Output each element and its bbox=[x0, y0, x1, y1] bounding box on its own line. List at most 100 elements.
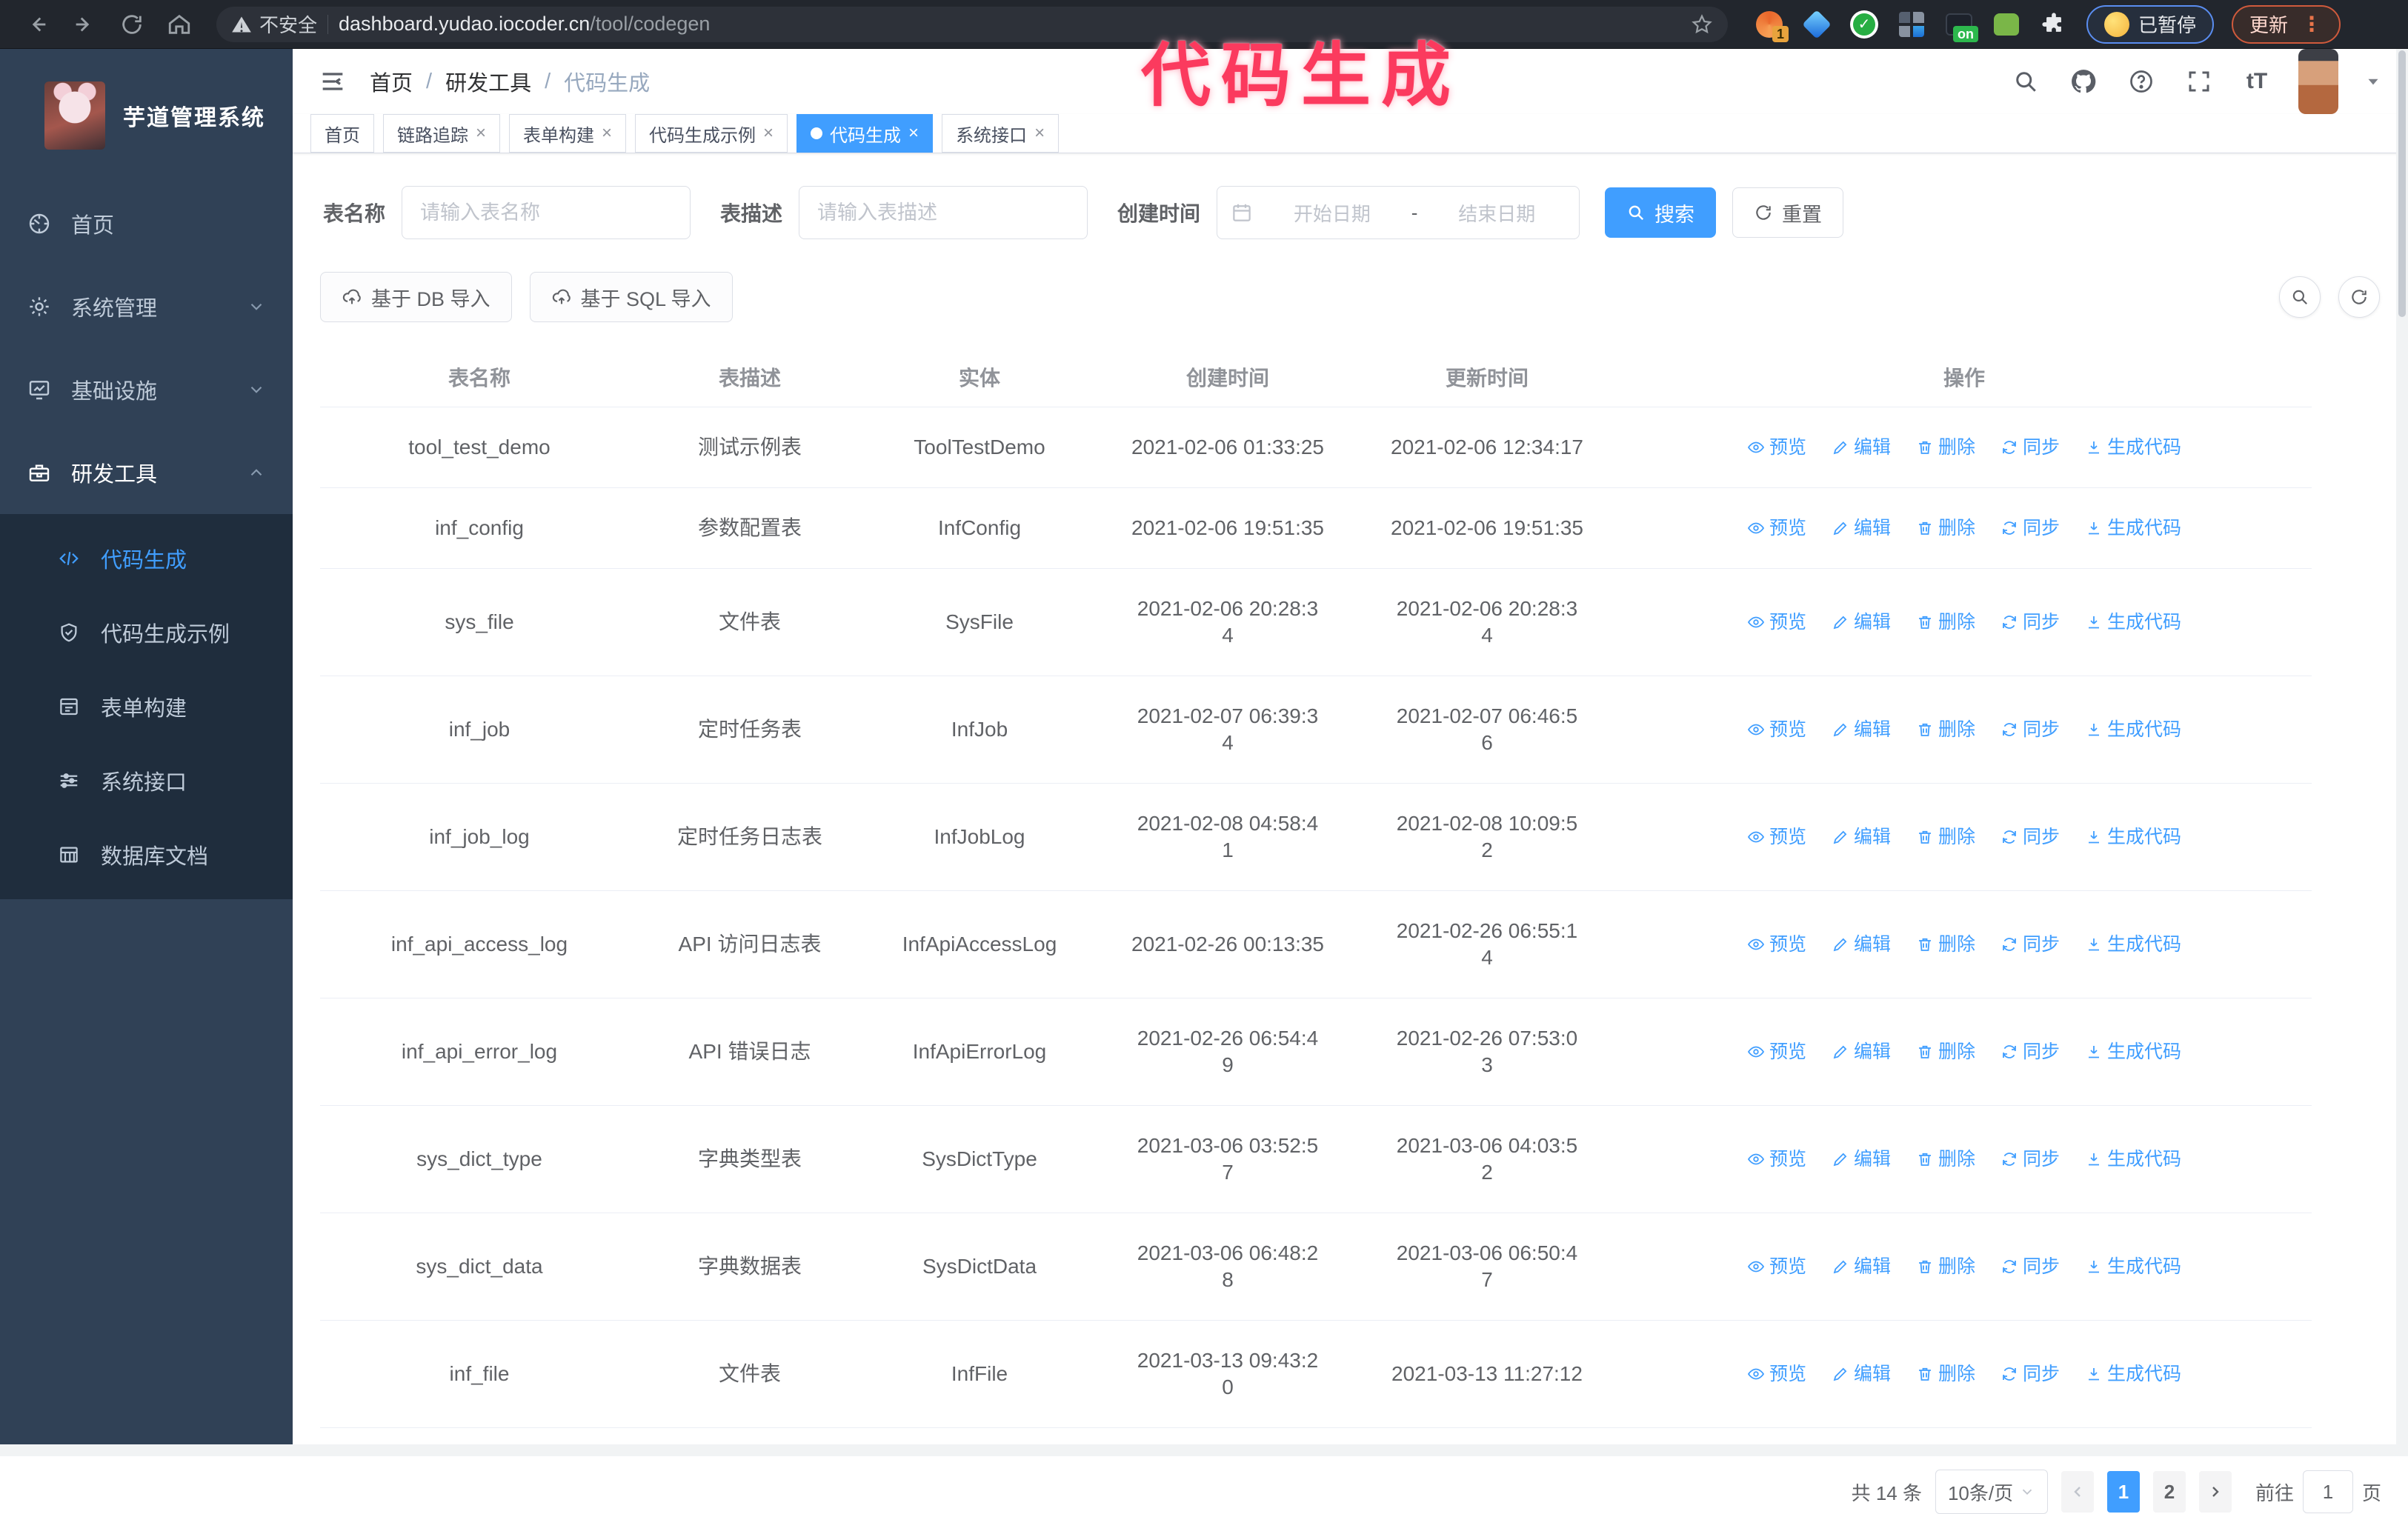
extension-grid-icon[interactable] bbox=[1897, 10, 1926, 39]
next-page-button[interactable] bbox=[2198, 1471, 2232, 1513]
sync-link[interactable]: 同步 bbox=[2000, 824, 2060, 850]
preview-link[interactable]: 预览 bbox=[1747, 1038, 1806, 1065]
extension-gem-icon[interactable] bbox=[1802, 9, 1832, 39]
fullscreen-icon[interactable] bbox=[2183, 65, 2215, 98]
preview-link[interactable]: 预览 bbox=[1747, 931, 1806, 958]
sidebar-subitem-system-api[interactable]: 系统接口 bbox=[0, 744, 293, 818]
generate-code-link[interactable]: 生成代码 bbox=[2085, 1038, 2181, 1065]
delete-link[interactable]: 删除 bbox=[1916, 1038, 1975, 1065]
edit-link[interactable]: 编辑 bbox=[1832, 824, 1891, 850]
date-range-picker[interactable]: 开始日期 - 结束日期 bbox=[1217, 186, 1580, 239]
profile-paused-pill[interactable]: 已暂停 bbox=[2086, 4, 2215, 44]
horizontal-scrollbar[interactable] bbox=[0, 1444, 2408, 1456]
delete-link[interactable]: 删除 bbox=[1916, 1361, 1975, 1387]
close-icon[interactable]: × bbox=[602, 124, 612, 142]
refresh-table-button[interactable] bbox=[2338, 276, 2380, 318]
edit-link[interactable]: 编辑 bbox=[1832, 716, 1891, 743]
edit-link[interactable]: 编辑 bbox=[1832, 1038, 1891, 1065]
table-desc-input[interactable] bbox=[799, 186, 1088, 239]
delete-link[interactable]: 删除 bbox=[1916, 609, 1975, 636]
delete-link[interactable]: 删除 bbox=[1916, 716, 1975, 743]
sync-link[interactable]: 同步 bbox=[2000, 716, 2060, 743]
page-size-select[interactable]: 10条/页 bbox=[1935, 1470, 2048, 1514]
browser-reload-icon[interactable] bbox=[111, 4, 153, 45]
browser-home-icon[interactable] bbox=[159, 4, 200, 45]
sync-link[interactable]: 同步 bbox=[2000, 931, 2060, 958]
url-text[interactable]: dashboard.yudao.iocoder.cn/tool/codegen bbox=[339, 13, 1680, 36]
edit-link[interactable]: 编辑 bbox=[1832, 1146, 1891, 1173]
sync-link[interactable]: 同步 bbox=[2000, 609, 2060, 636]
generate-code-link[interactable]: 生成代码 bbox=[2085, 824, 2181, 850]
close-icon[interactable]: × bbox=[908, 124, 919, 142]
generate-code-link[interactable]: 生成代码 bbox=[2085, 515, 2181, 541]
tab-codegen-demo[interactable]: 代码生成示例 × bbox=[635, 114, 788, 153]
start-date-placeholder[interactable]: 开始日期 bbox=[1263, 199, 1401, 227]
reset-button[interactable]: 重置 bbox=[1732, 187, 1844, 238]
sync-link[interactable]: 同步 bbox=[2000, 1253, 2060, 1280]
delete-link[interactable]: 删除 bbox=[1916, 1253, 1975, 1280]
search-icon[interactable] bbox=[2009, 65, 2042, 98]
page-button-2[interactable]: 2 bbox=[2152, 1471, 2186, 1513]
tab-form-builder[interactable]: 表单构建 × bbox=[509, 114, 627, 153]
table-name-input[interactable] bbox=[402, 186, 691, 239]
extension-check-icon[interactable]: ✓ bbox=[1849, 10, 1879, 39]
extensions-puzzle-icon[interactable] bbox=[2039, 10, 2069, 39]
edit-link[interactable]: 编辑 bbox=[1832, 515, 1891, 541]
generate-code-link[interactable]: 生成代码 bbox=[2085, 1253, 2181, 1280]
import-db-button[interactable]: 基于 DB 导入 bbox=[320, 272, 512, 322]
user-avatar[interactable] bbox=[2298, 49, 2338, 114]
preview-link[interactable]: 预览 bbox=[1747, 515, 1806, 541]
close-icon[interactable]: × bbox=[476, 124, 486, 142]
edit-link[interactable]: 编辑 bbox=[1832, 1253, 1891, 1280]
generate-code-link[interactable]: 生成代码 bbox=[2085, 1146, 2181, 1173]
sync-link[interactable]: 同步 bbox=[2000, 1361, 2060, 1387]
generate-code-link[interactable]: 生成代码 bbox=[2085, 609, 2181, 636]
sync-link[interactable]: 同步 bbox=[2000, 434, 2060, 461]
edit-link[interactable]: 编辑 bbox=[1832, 609, 1891, 636]
delete-link[interactable]: 删除 bbox=[1916, 1146, 1975, 1173]
browser-back-icon[interactable] bbox=[16, 4, 58, 45]
kebab-menu-icon[interactable]: ⋮ bbox=[2301, 12, 2323, 36]
sidebar-item-devtools[interactable]: 研发工具 bbox=[0, 431, 293, 514]
breadcrumb-devtools[interactable]: 研发工具 bbox=[445, 66, 531, 97]
delete-link[interactable]: 删除 bbox=[1916, 434, 1975, 461]
preview-link[interactable]: 预览 bbox=[1747, 716, 1806, 743]
bookmark-star-icon[interactable] bbox=[1691, 13, 1713, 36]
help-icon[interactable] bbox=[2125, 65, 2158, 98]
tab-home[interactable]: 首页 bbox=[310, 114, 374, 153]
prev-page-button[interactable] bbox=[2061, 1471, 2094, 1513]
sidebar-subitem-form-builder[interactable]: 表单构建 bbox=[0, 670, 293, 744]
toggle-search-button[interactable] bbox=[2279, 276, 2321, 318]
security-chip[interactable]: 不安全 bbox=[231, 10, 317, 38]
edit-link[interactable]: 编辑 bbox=[1832, 434, 1891, 461]
delete-link[interactable]: 删除 bbox=[1916, 824, 1975, 850]
search-button[interactable]: 搜索 bbox=[1605, 187, 1717, 238]
delete-link[interactable]: 删除 bbox=[1916, 515, 1975, 541]
preview-link[interactable]: 预览 bbox=[1747, 609, 1806, 636]
caret-down-icon[interactable] bbox=[2364, 72, 2383, 91]
edit-link[interactable]: 编辑 bbox=[1832, 1361, 1891, 1387]
edit-link[interactable]: 编辑 bbox=[1832, 931, 1891, 958]
preview-link[interactable]: 预览 bbox=[1747, 1253, 1806, 1280]
sidebar-collapse-icon[interactable] bbox=[318, 67, 347, 96]
github-icon[interactable] bbox=[2067, 65, 2100, 98]
generate-code-link[interactable]: 生成代码 bbox=[2085, 1361, 2181, 1387]
extension-on-icon[interactable]: on bbox=[1944, 10, 1978, 42]
preview-link[interactable]: 预览 bbox=[1747, 1361, 1806, 1387]
close-icon[interactable]: × bbox=[1034, 124, 1045, 142]
sidebar-item-home[interactable]: 首页 bbox=[0, 182, 293, 265]
sidebar-subitem-codegen[interactable]: 代码生成 bbox=[0, 521, 293, 596]
tab-tracing[interactable]: 链路追踪 × bbox=[383, 114, 501, 153]
sync-link[interactable]: 同步 bbox=[2000, 1146, 2060, 1173]
sync-link[interactable]: 同步 bbox=[2000, 1038, 2060, 1065]
breadcrumb-home[interactable]: 首页 bbox=[370, 66, 413, 97]
generate-code-link[interactable]: 生成代码 bbox=[2085, 716, 2181, 743]
address-bar[interactable]: 不安全 dashboard.yudao.iocoder.cn/tool/code… bbox=[216, 6, 1728, 42]
tab-codegen[interactable]: 代码生成 × bbox=[796, 114, 934, 153]
close-icon[interactable]: × bbox=[763, 124, 774, 142]
preview-link[interactable]: 预览 bbox=[1747, 824, 1806, 850]
extension-icon-1[interactable]: 1 bbox=[1755, 10, 1789, 42]
import-sql-button[interactable]: 基于 SQL 导入 bbox=[529, 272, 733, 322]
sidebar-item-infra[interactable]: 基础设施 bbox=[0, 348, 293, 431]
delete-link[interactable]: 删除 bbox=[1916, 931, 1975, 958]
